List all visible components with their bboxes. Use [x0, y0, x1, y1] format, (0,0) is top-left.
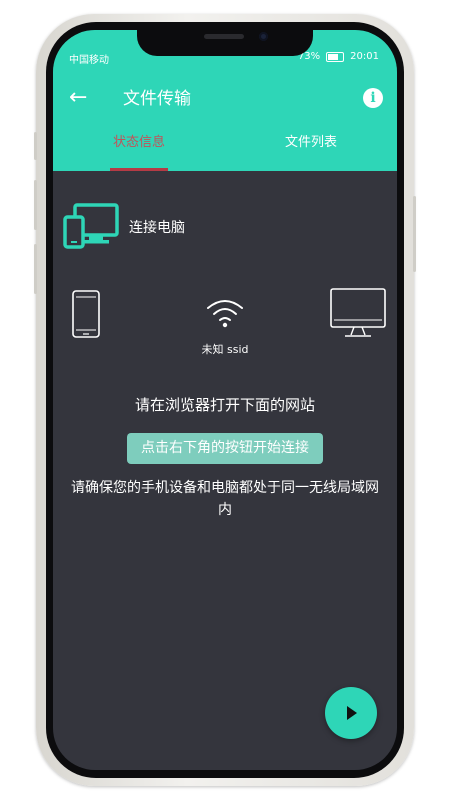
- phone-screen: 中国移动 73% 20:01 ← 文件传输 i 状态信息 文件列表 连接电脑 未…: [53, 30, 397, 770]
- status-right: 73% 20:01: [298, 51, 379, 62]
- tab-status-info[interactable]: 状态信息: [53, 134, 225, 152]
- ssid-label: 未知 ssid: [201, 343, 249, 356]
- tab-file-list[interactable]: 文件列表: [225, 134, 397, 152]
- wifi-icon: [207, 300, 243, 328]
- tab-bar: 状态信息 文件列表: [53, 134, 397, 171]
- side-button-volume-down: [34, 244, 37, 294]
- main-content: 连接电脑 未知 ssid 请在浏览器打开下面的网站 点击右下角的按钮开始连接 请…: [53, 171, 397, 770]
- toolbar: ← 文件传输 i: [53, 84, 397, 114]
- play-icon: [347, 706, 357, 720]
- connect-computer-label: 连接电脑: [129, 220, 185, 236]
- side-button-mute: [34, 132, 37, 160]
- device-connection-row: 未知 ssid: [53, 287, 397, 367]
- connect-computer-icon: [63, 203, 119, 249]
- side-button-volume-up: [34, 180, 37, 230]
- notch: [137, 30, 313, 56]
- info-icon[interactable]: i: [363, 88, 383, 108]
- start-connection-button[interactable]: [325, 687, 377, 739]
- speaker-grille: [204, 34, 244, 39]
- connect-computer-row: 连接电脑: [63, 203, 263, 253]
- battery-icon: [326, 51, 345, 62]
- same-network-notice: 请确保您的手机设备和电脑都处于同一无线局域网内: [71, 480, 379, 518]
- clock: 20:01: [350, 51, 379, 62]
- browser-instruction: 请在浏览器打开下面的网站: [134, 396, 315, 414]
- start-connection-hint: 点击右下角的按钮开始连接: [127, 433, 323, 464]
- camera-icon: [259, 32, 268, 41]
- page-title: 文件传输: [123, 89, 191, 109]
- side-button-power: [413, 196, 416, 272]
- carrier-label: 中国移动: [69, 55, 109, 66]
- phone-icon: [72, 290, 100, 338]
- arrow-left-icon[interactable]: ←: [69, 84, 87, 112]
- monitor-icon: [330, 288, 386, 337]
